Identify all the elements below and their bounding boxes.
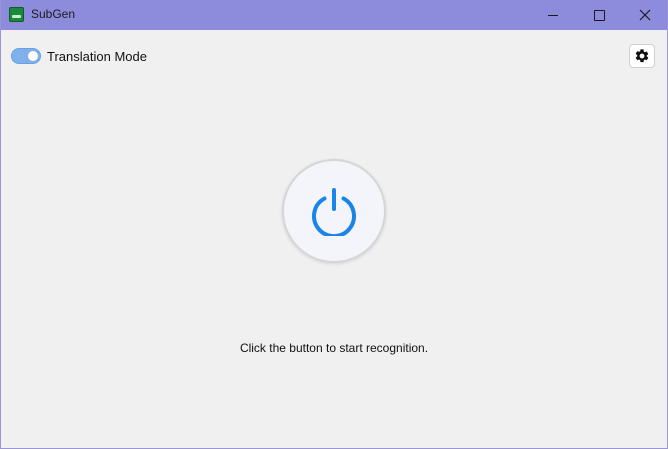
status-message: Click the button to start recognition.	[239, 341, 429, 355]
close-icon	[639, 9, 651, 21]
settings-button[interactable]	[629, 44, 655, 68]
window-title: SubGen	[31, 7, 76, 21]
maximize-button[interactable]	[576, 0, 622, 30]
close-button[interactable]	[622, 0, 667, 30]
app-window: SubGen Translation Mode Click the button…	[0, 0, 668, 449]
translation-mode-toggle[interactable]	[11, 48, 41, 64]
subtitle-app-icon	[9, 7, 24, 22]
gear-icon	[635, 49, 649, 63]
minimize-icon	[548, 14, 558, 16]
translation-mode-label: Translation Mode	[47, 48, 147, 64]
title-bar[interactable]: SubGen	[1, 0, 667, 30]
maximize-icon	[593, 9, 605, 21]
translation-mode-row: Translation Mode	[11, 47, 147, 65]
minimize-button[interactable]	[530, 0, 576, 30]
toggle-knob	[28, 51, 38, 61]
power-icon	[312, 188, 356, 236]
start-recognition-button[interactable]	[282, 159, 386, 263]
